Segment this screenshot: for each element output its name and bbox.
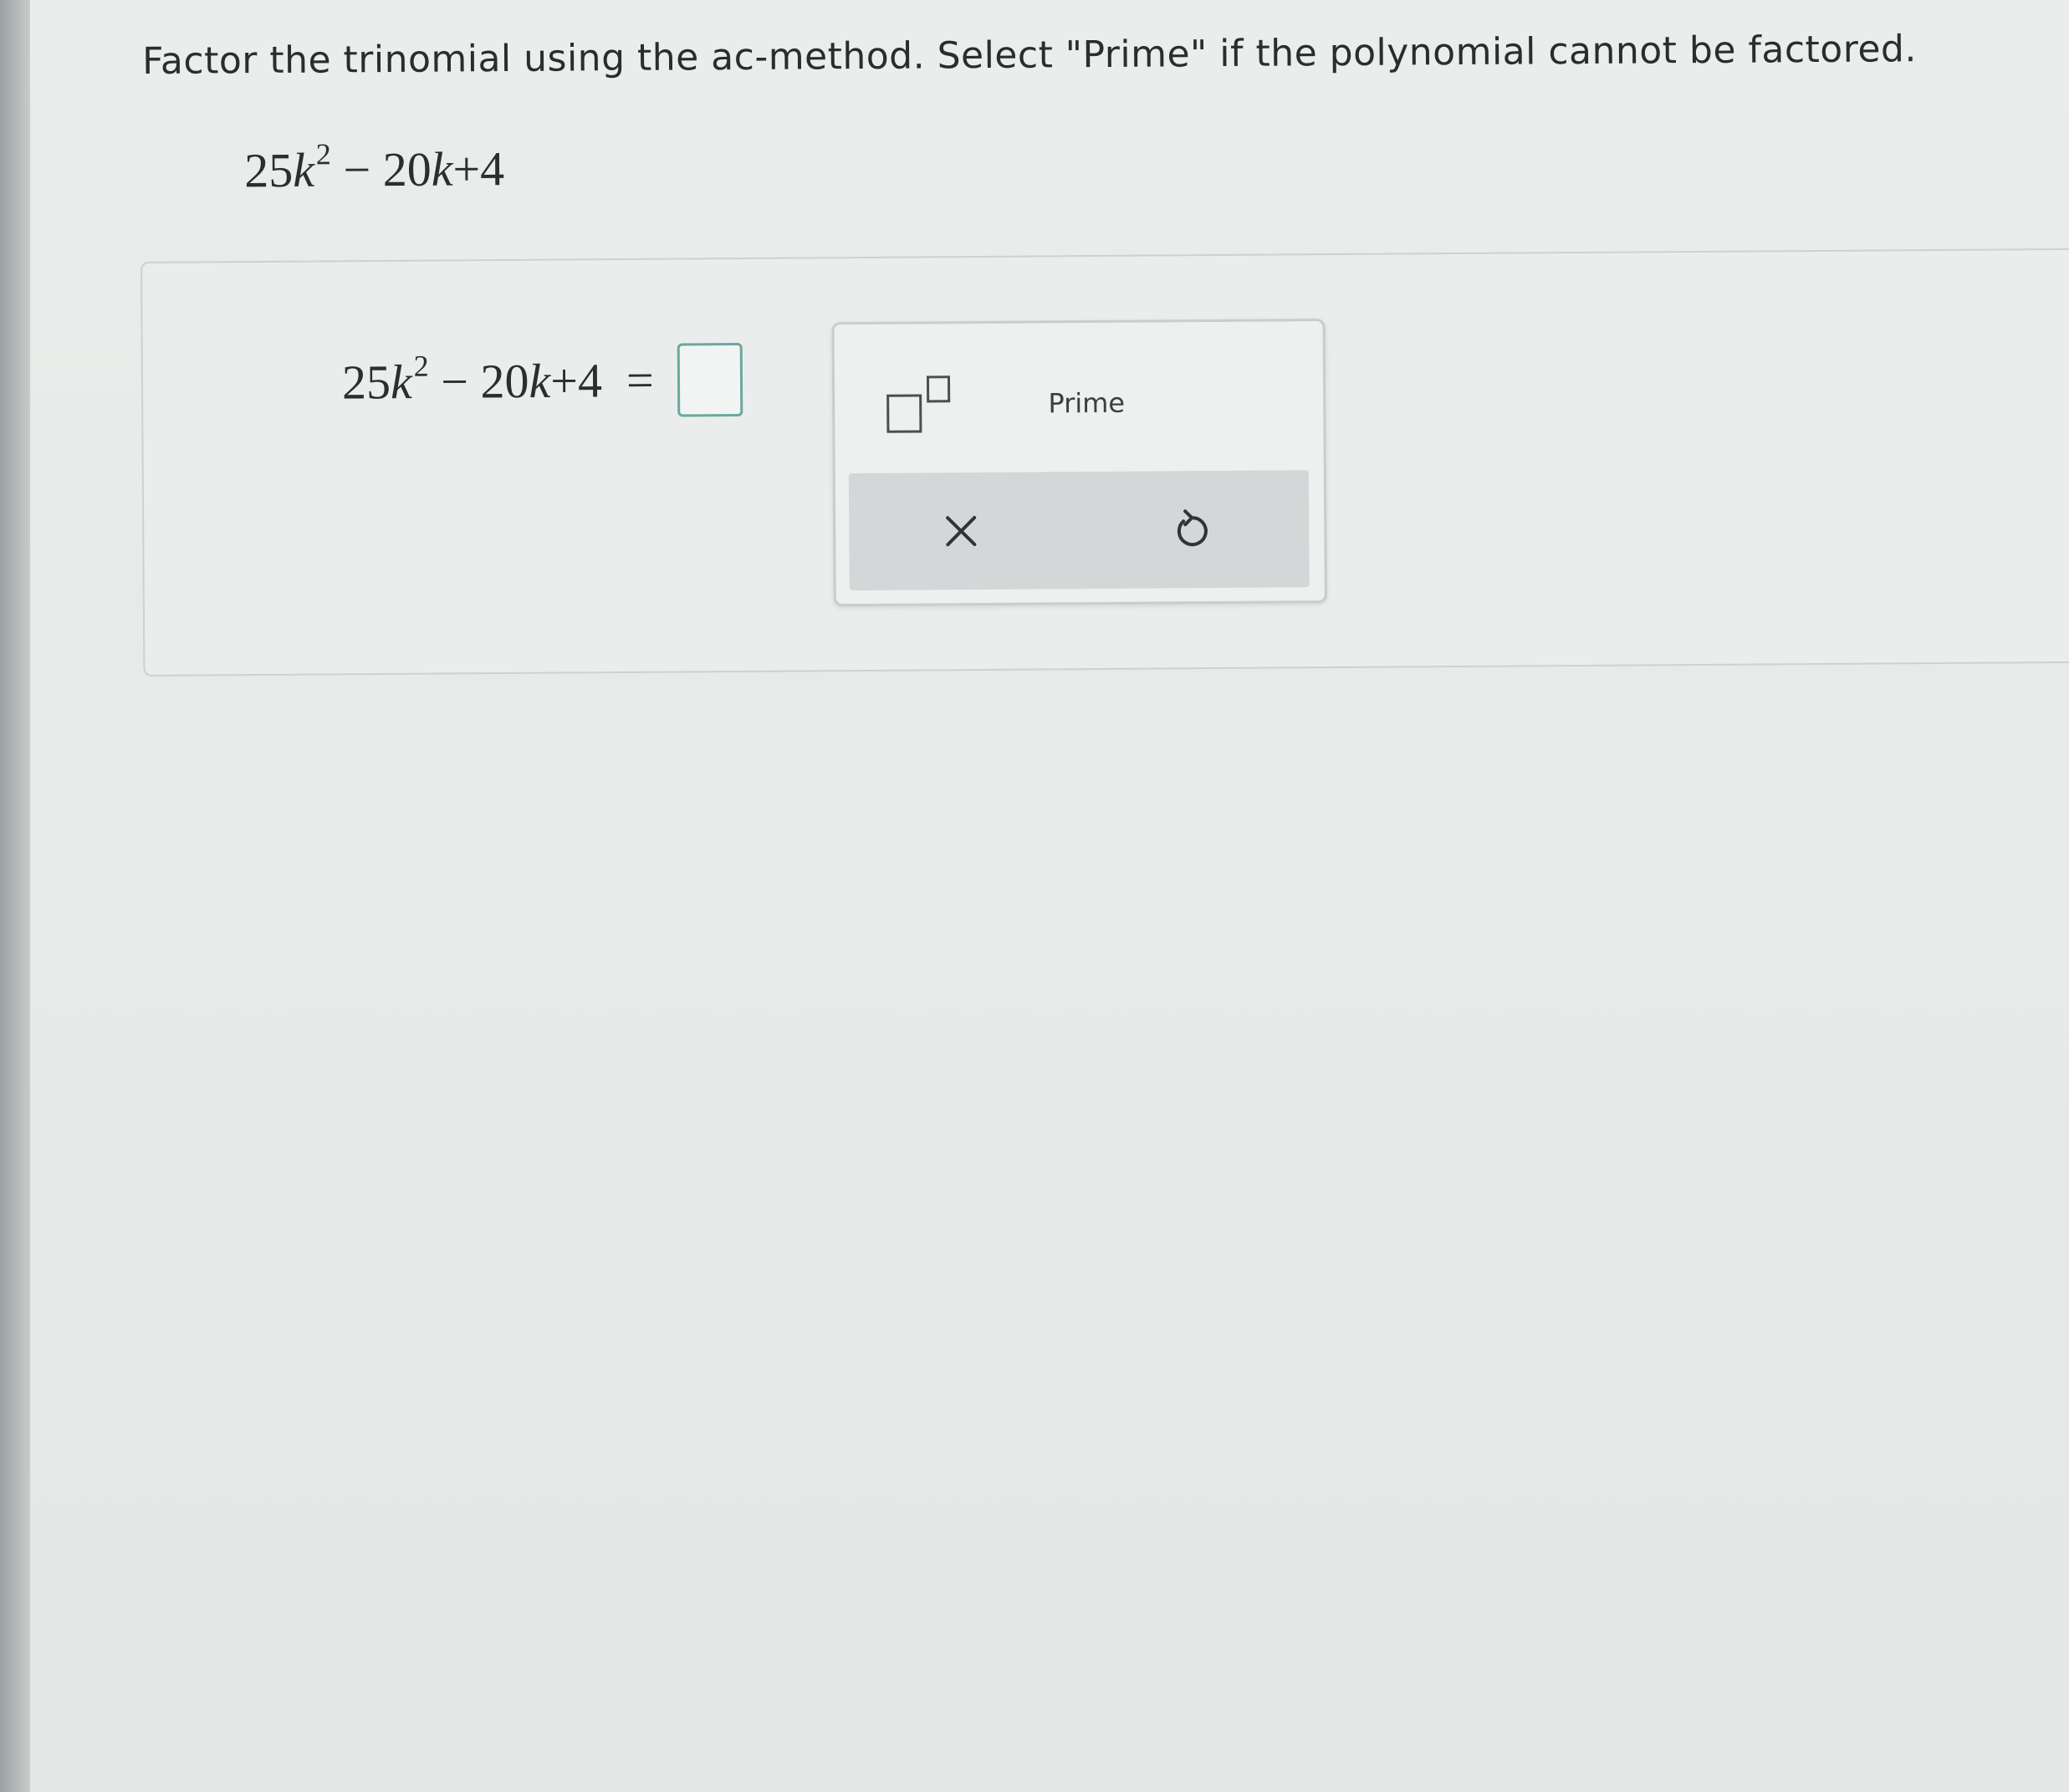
exponent-template-icon	[886, 394, 922, 433]
answer-exponent: 2	[413, 349, 429, 384]
expr-op1: −	[343, 142, 371, 197]
answer-var: k	[390, 355, 412, 410]
answer-expression: 25k2 − 20k+4 =	[341, 349, 654, 411]
expr-coef1: 25	[244, 142, 294, 198]
question-page: Factor the trinomial using the ac-method…	[30, 0, 2069, 1792]
equals-sign: =	[626, 353, 654, 408]
expr-var2: k	[431, 141, 453, 197]
math-keypad: Prime	[831, 319, 1327, 607]
expr-exponent: 2	[315, 137, 331, 171]
answer-var2: k	[529, 354, 551, 409]
expr-coef2: 20	[382, 141, 432, 197]
exponent-power-icon	[926, 375, 951, 403]
answer-input[interactable]	[677, 342, 743, 417]
expr-var: k	[293, 142, 315, 197]
question-instruction: Factor the trinomial using the ac-method…	[142, 28, 1918, 83]
undo-icon	[1177, 509, 1208, 547]
clear-button[interactable]	[911, 489, 1012, 574]
answer-op1: −	[441, 354, 469, 410]
answer-coef1: 25	[341, 355, 391, 410]
problem-expression: 25k2 − 20k+4	[244, 137, 505, 198]
screen-bezel	[0, 0, 30, 1792]
answer-op2: +	[550, 354, 579, 409]
answer-const: 4	[577, 353, 603, 409]
answer-row: 25k2 − 20k+4 =	[341, 342, 743, 419]
expr-op2: +	[452, 141, 481, 197]
undo-button[interactable]	[1142, 488, 1243, 572]
answer-panel: 25k2 − 20k+4 = Prime	[140, 248, 2069, 676]
expr-const: 4	[479, 141, 505, 197]
exponent-button[interactable]	[881, 372, 963, 440]
answer-coef2: 20	[480, 354, 529, 409]
prime-button[interactable]: Prime	[1024, 370, 1150, 437]
close-icon	[946, 516, 977, 547]
keypad-action-bar	[848, 470, 1310, 591]
